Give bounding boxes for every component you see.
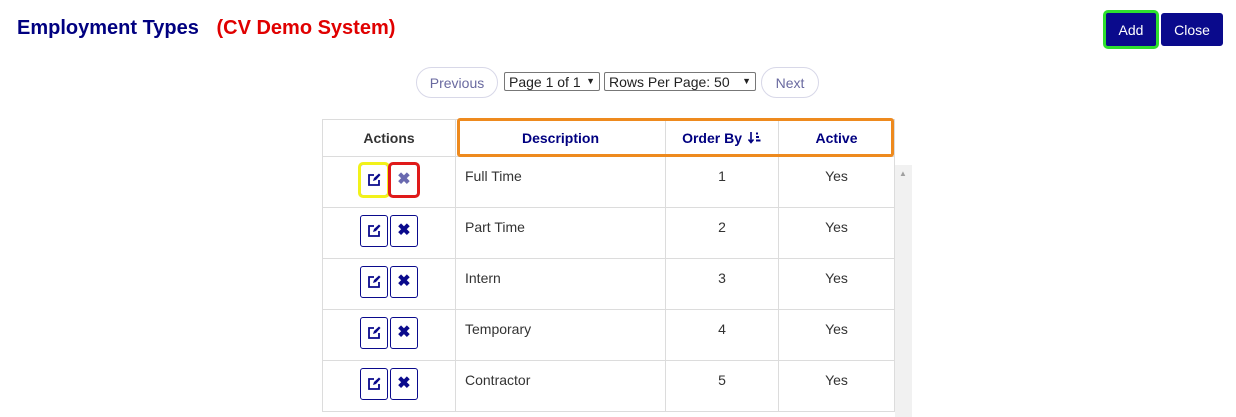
next-page-button[interactable]: Next <box>761 67 819 98</box>
table-row: ✖ Contractor 5 Yes <box>322 360 895 412</box>
row-actions-cell: ✖ <box>322 207 456 259</box>
edit-button[interactable] <box>360 215 388 247</box>
cell-order: 1 <box>665 156 779 208</box>
edit-button[interactable] <box>360 317 388 349</box>
edit-icon <box>368 173 381 186</box>
edit-button[interactable] <box>360 266 388 298</box>
scroll-up-arrow-icon[interactable]: ▲ <box>899 169 907 178</box>
delete-button[interactable]: ✖ <box>388 162 420 198</box>
cell-description: Part Time <box>455 207 666 259</box>
close-x-icon: ✖ <box>397 324 411 341</box>
page-title: Employment Types (CV Demo System) <box>17 17 395 40</box>
vertical-scrollbar[interactable]: ▲ <box>895 165 912 417</box>
close-button[interactable]: Close <box>1161 13 1223 46</box>
chevron-down-icon: ▼ <box>586 76 595 86</box>
edit-icon <box>368 377 381 390</box>
delete-button[interactable]: ✖ <box>390 317 418 349</box>
edit-button[interactable] <box>360 368 388 400</box>
cell-active: Yes <box>778 360 895 412</box>
cell-description: Full Time <box>455 156 666 208</box>
table-row: ✖ Part Time 2 Yes <box>322 207 895 259</box>
page-select[interactable]: Page 1 of 1 ▼ <box>504 72 600 91</box>
rows-per-page-select[interactable]: Rows Per Page: 50 ▼ <box>604 72 756 91</box>
row-actions-cell: ✖ <box>322 309 456 361</box>
edit-icon <box>368 326 381 339</box>
column-header-order-by[interactable]: Order By <box>665 119 779 157</box>
sort-ascending-icon <box>747 132 761 144</box>
edit-icon <box>368 275 381 288</box>
delete-button[interactable]: ✖ <box>390 266 418 298</box>
cell-active: Yes <box>778 207 895 259</box>
previous-page-button[interactable]: Previous <box>416 67 498 98</box>
row-actions-cell: ✖ <box>322 258 456 310</box>
cell-active: Yes <box>778 258 895 310</box>
employment-types-table: Actions Description Order By Active ✖ Fu… <box>322 119 895 412</box>
column-header-description[interactable]: Description <box>455 119 666 157</box>
cell-order: 3 <box>665 258 779 310</box>
column-header-actions: Actions <box>322 119 456 157</box>
table-row: ✖ Intern 3 Yes <box>322 258 895 310</box>
delete-button[interactable]: ✖ <box>390 215 418 247</box>
cell-description: Contractor <box>455 360 666 412</box>
edit-button[interactable] <box>358 162 390 198</box>
delete-button[interactable]: ✖ <box>390 368 418 400</box>
row-actions-cell: ✖ <box>322 360 456 412</box>
table-row: ✖ Full Time 1 Yes <box>322 156 895 208</box>
edit-icon <box>368 224 381 237</box>
cell-order: 4 <box>665 309 779 361</box>
cell-active: Yes <box>778 309 895 361</box>
table-row: ✖ Temporary 4 Yes <box>322 309 895 361</box>
page-title-text: Employment Types <box>17 17 199 39</box>
close-x-icon: ✖ <box>397 171 411 188</box>
row-actions-cell: ✖ <box>322 156 456 208</box>
column-header-active[interactable]: Active <box>778 119 895 157</box>
page-subtitle: (CV Demo System) <box>216 17 396 39</box>
rows-per-page-value: Rows Per Page: 50 <box>609 73 730 90</box>
cell-description: Intern <box>455 258 666 310</box>
add-button[interactable]: Add <box>1103 10 1159 49</box>
cell-order: 5 <box>665 360 779 412</box>
cell-order: 2 <box>665 207 779 259</box>
chevron-down-icon: ▼ <box>742 76 751 86</box>
table-header-row: Actions Description Order By Active <box>322 119 895 157</box>
close-x-icon: ✖ <box>397 375 411 392</box>
cell-description: Temporary <box>455 309 666 361</box>
close-x-icon: ✖ <box>397 273 411 290</box>
cell-active: Yes <box>778 156 895 208</box>
column-header-order-by-label: Order By <box>682 130 743 146</box>
page-select-value: Page 1 of 1 <box>509 73 581 90</box>
close-x-icon: ✖ <box>397 222 411 239</box>
